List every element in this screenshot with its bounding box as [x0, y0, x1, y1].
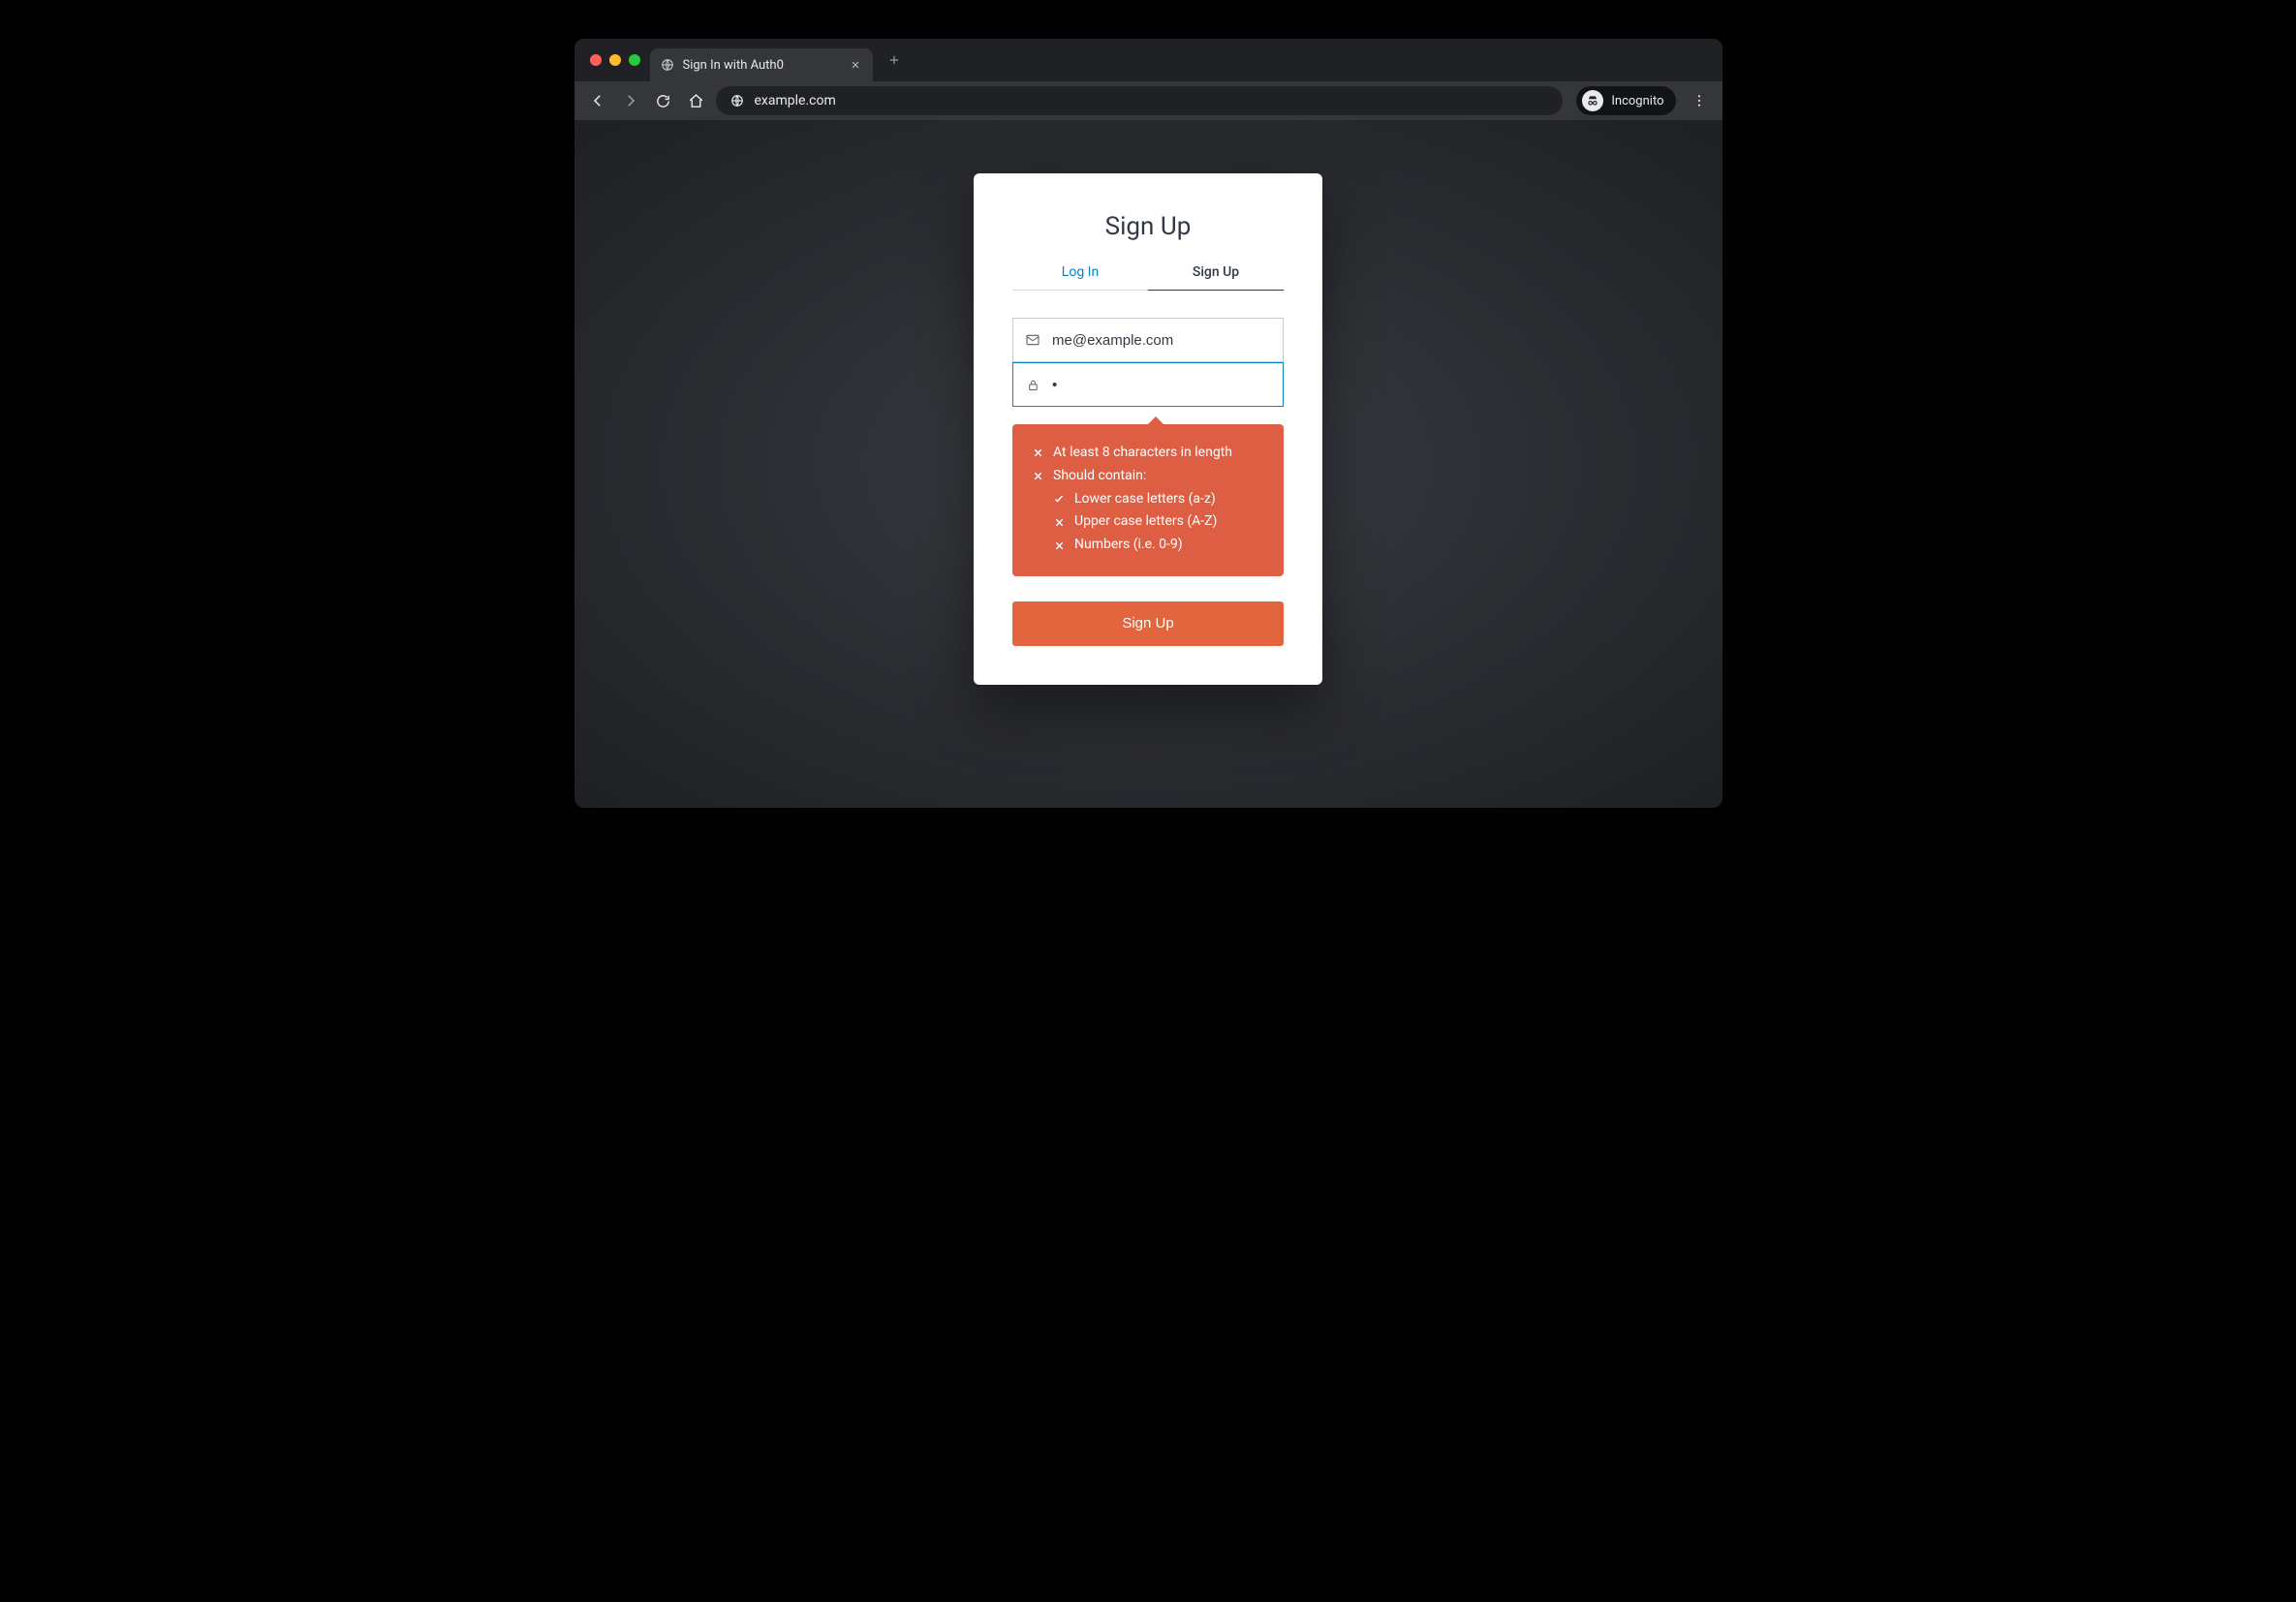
signup-button[interactable]: Sign Up	[1012, 601, 1284, 646]
browser-window: Sign In with Auth0	[574, 39, 1722, 808]
window-controls	[582, 39, 650, 81]
lock-icon	[1025, 377, 1040, 392]
rule-length: At least 8 characters in length	[1032, 442, 1264, 465]
x-icon	[1053, 539, 1065, 551]
tab-signup[interactable]: Sign Up	[1148, 264, 1284, 291]
card-heading: Sign Up	[1012, 212, 1284, 241]
new-tab-button[interactable]	[881, 46, 908, 74]
password-input[interactable]	[1052, 363, 1271, 406]
auth-tabs: Log In Sign Up	[1012, 264, 1284, 291]
x-icon	[1053, 516, 1065, 528]
password-field-wrapper[interactable]	[1012, 362, 1284, 407]
rule-numbers-text: Numbers (i.e. 0-9)	[1074, 534, 1183, 557]
x-icon	[1032, 447, 1043, 459]
page-viewport: Sign Up Log In Sign Up	[574, 120, 1722, 808]
window-zoom-button[interactable]	[629, 54, 640, 66]
check-icon	[1053, 493, 1065, 505]
password-hint-box: At least 8 characters in length Should c…	[1012, 424, 1284, 576]
incognito-label: Incognito	[1611, 94, 1663, 108]
incognito-icon	[1582, 90, 1603, 111]
window-close-button[interactable]	[590, 54, 602, 66]
browser-menu-button[interactable]	[1686, 87, 1713, 114]
back-button[interactable]	[584, 87, 611, 114]
rule-length-text: At least 8 characters in length	[1053, 442, 1232, 465]
toolbar: example.com Incognito	[574, 81, 1722, 120]
reload-button[interactable]	[650, 87, 677, 114]
tab-strip: Sign In with Auth0	[574, 39, 1722, 81]
url-text: example.com	[755, 93, 836, 108]
rule-lower: Lower case letters (a-z)	[1053, 488, 1264, 511]
forward-button[interactable]	[617, 87, 644, 114]
globe-icon	[660, 57, 675, 73]
rule-numbers: Numbers (i.e. 0-9)	[1053, 534, 1264, 557]
tab-title: Sign In with Auth0	[683, 58, 840, 73]
site-info-icon[interactable]	[729, 93, 745, 108]
sub-rules: Lower case letters (a-z) Upper case lett…	[1032, 488, 1264, 557]
window-minimize-button[interactable]	[609, 54, 621, 66]
tab-login[interactable]: Log In	[1012, 264, 1148, 291]
home-button[interactable]	[683, 87, 710, 114]
address-bar[interactable]: example.com	[716, 86, 1564, 115]
rule-contain-heading: Should contain:	[1032, 465, 1264, 488]
mail-icon	[1025, 332, 1040, 348]
email-field-wrapper[interactable]	[1012, 318, 1284, 362]
incognito-indicator[interactable]: Incognito	[1576, 86, 1675, 115]
email-input[interactable]	[1052, 319, 1271, 361]
auth-card: Sign Up Log In Sign Up	[974, 173, 1322, 685]
rule-upper-text: Upper case letters (A-Z)	[1074, 510, 1217, 534]
x-icon	[1032, 471, 1043, 482]
close-tab-icon[interactable]	[848, 57, 863, 73]
browser-tab[interactable]: Sign In with Auth0	[650, 48, 873, 81]
rule-contain-text: Should contain:	[1053, 465, 1146, 488]
rule-upper: Upper case letters (A-Z)	[1053, 510, 1264, 534]
rule-lower-text: Lower case letters (a-z)	[1074, 488, 1216, 511]
